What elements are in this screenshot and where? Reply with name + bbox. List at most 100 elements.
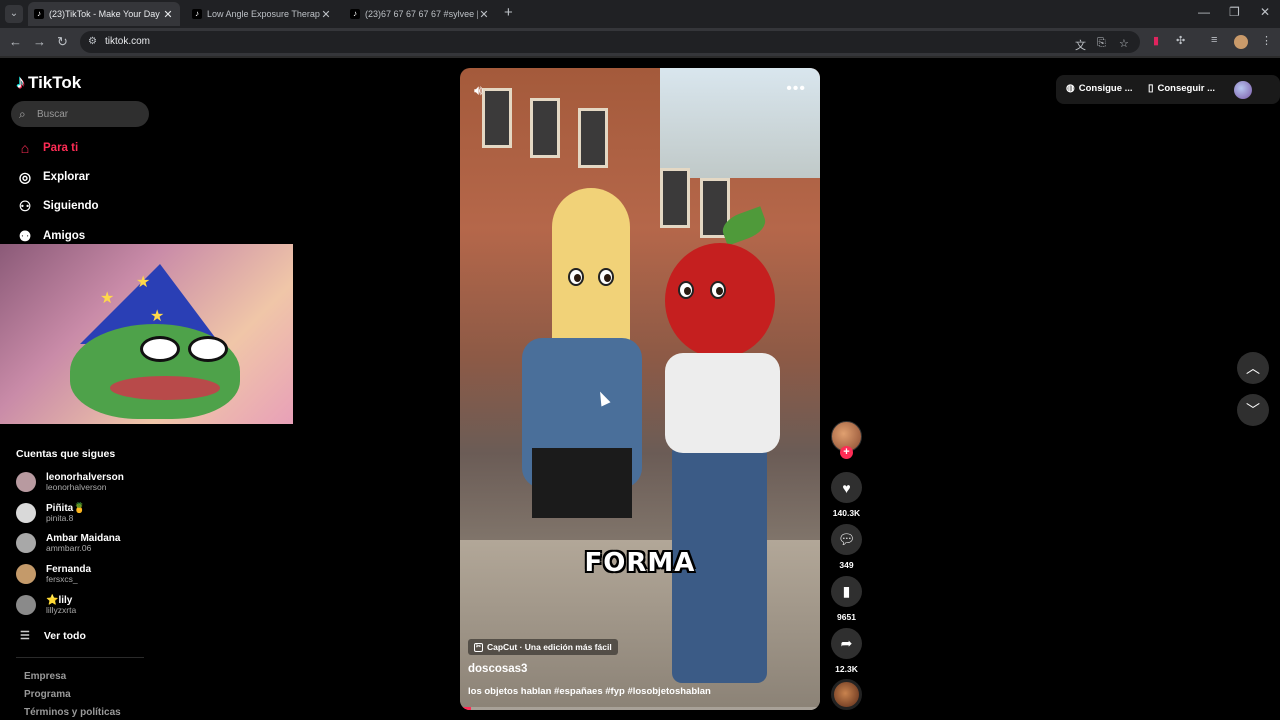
share-count: 12.3K [835, 664, 858, 674]
volume-icon[interactable]: 🔊︎ [474, 82, 483, 99]
apple-character-head [665, 243, 775, 358]
footer-link-terminos[interactable]: Términos y políticas [24, 707, 121, 718]
minimize-icon[interactable]: — [1198, 5, 1210, 19]
list-icon: ☰ [20, 630, 30, 642]
browser-menu-icon[interactable]: ⋮ [1261, 34, 1272, 47]
previous-video-button[interactable]: ︿ [1237, 352, 1269, 384]
video-progress-bar[interactable] [460, 707, 820, 710]
follow-plus-icon[interactable]: + [840, 446, 853, 459]
apple-character-shirt [665, 353, 780, 453]
heart-icon: ♥ [842, 479, 851, 496]
tab-title: (23)TikTok - Make Your Day [49, 9, 160, 19]
bookmark-star-icon[interactable]: ☆ [1119, 37, 1129, 50]
restore-icon[interactable]: ❐ [1229, 5, 1240, 19]
search-icon: ⌕ [19, 107, 26, 121]
video-description[interactable]: los objetos hablan #españaes #fyp #losob… [468, 686, 711, 697]
browser-profile-avatar[interactable] [1234, 35, 1248, 49]
url-text: tiktok.com [105, 36, 151, 47]
share-icon: ➦ [840, 635, 853, 651]
account-handle: ammbarr.06 [46, 543, 92, 553]
see-all-label: Ver todo [43, 629, 86, 642]
install-app-icon[interactable]: ⎘ [1097, 37, 1106, 50]
capcut-icon: ✂ [474, 642, 483, 652]
following-account[interactable]: ⭐lily lillyzxrta [16, 595, 76, 615]
get-coins-button[interactable]: ◍ Consigue ... [1066, 83, 1133, 94]
nav-item-siguiendo[interactable]: ⚇ Siguiendo [16, 197, 99, 215]
compass-icon: ◎ [18, 168, 32, 185]
next-video-button[interactable]: ﹀ [1237, 394, 1269, 426]
friends-icon: ⚉ [18, 227, 32, 244]
new-tab-button[interactable]: + [504, 4, 513, 21]
close-tab-icon[interactable]: ✕ [320, 8, 332, 21]
footer-link-empresa[interactable]: Empresa [24, 671, 66, 682]
nav-label: Para ti [43, 142, 79, 154]
tiktok-favicon-icon: ♪ [192, 9, 202, 19]
chevron-down-icon: ﹀ [1246, 402, 1260, 418]
tiktok-note-icon: ♪ [16, 72, 25, 92]
music-disc[interactable] [831, 679, 862, 710]
nav-item-para-ti[interactable]: ⌂ Para ti [16, 139, 78, 157]
tab-search-button[interactable]: ⌄ [5, 5, 23, 23]
chevron-up-icon: ︿ [1246, 360, 1260, 376]
building-window [578, 108, 608, 168]
following-account[interactable]: Ambar Maidana ammbarr.06 [16, 533, 120, 553]
footer-link-programa[interactable]: Programa [24, 689, 71, 700]
account-handle: pinita.8 [46, 513, 74, 523]
reload-icon[interactable]: ↻ [57, 34, 68, 50]
save-count: 9651 [837, 612, 856, 622]
browser-tab-3[interactable]: ♪ (23)67 67 67 67 67 #sylvee | Tik ✕ [344, 2, 496, 26]
extensions-puzzle-icon[interactable]: ✣ [1176, 34, 1185, 47]
share-button[interactable]: ➦ [831, 628, 862, 659]
tab-title: Low Angle Exposure Therapy fo [207, 9, 320, 19]
following-icon: ⚇ [18, 197, 32, 214]
following-account[interactable]: Fernanda fersxcs_ [16, 564, 91, 584]
forward-icon[interactable]: → [33, 34, 46, 49]
avatar [16, 595, 36, 615]
video-progress-fill [460, 707, 471, 710]
browser-tab-bar: ⌄ ♪ (23)TikTok - Make Your Day ✕ ♪ Low A… [0, 0, 1280, 28]
video-caption-overlay: FORMA [584, 548, 696, 578]
bookmark-icon: ▮ [842, 583, 851, 599]
comment-button[interactable]: 💬︎ [831, 524, 862, 555]
frog-eye [188, 336, 228, 362]
following-section-title: Cuentas que sigues [16, 448, 116, 460]
search-box[interactable]: ⌕ [11, 101, 149, 127]
following-account[interactable]: Piñita🍍 pinita.8 [16, 503, 86, 523]
following-account[interactable]: leonorhalverson leonorhalverson [16, 472, 124, 492]
extension-icon[interactable]: ▮ [1153, 34, 1159, 47]
building-window [660, 168, 690, 228]
user-avatar[interactable] [1234, 81, 1252, 99]
back-icon[interactable]: ← [9, 34, 22, 49]
video-player[interactable]: 🔊︎ ••• FORMA ✂ CapCut · Una edición más … [460, 68, 820, 710]
comment-icon: 💬︎ [837, 531, 856, 547]
coin-icon: ◍ [1066, 83, 1075, 94]
more-options-icon[interactable]: ••• [786, 80, 806, 98]
address-bar[interactable]: ⚙ tiktok.com 文 ⎘ ☆ [80, 31, 1140, 53]
close-window-icon[interactable]: ✕ [1260, 5, 1270, 19]
site-info-icon[interactable]: ⚙ [88, 36, 97, 47]
browser-tab-1[interactable]: ♪ (23)TikTok - Make Your Day ✕ [28, 2, 180, 26]
account-handle: fersxcs_ [46, 574, 78, 584]
save-button[interactable]: ▮ [831, 576, 862, 607]
browser-tab-2[interactable]: ♪ Low Angle Exposure Therapy fo ✕ [186, 2, 338, 26]
media-control-icon[interactable]: ≡ [1211, 34, 1217, 46]
get-app-button[interactable]: ▯ Conseguir ... [1148, 83, 1215, 94]
close-tab-icon[interactable]: ✕ [478, 8, 490, 21]
tiktok-logo[interactable]: ♪ TikTok [16, 72, 81, 93]
webcam-overlay-image: ★ ★ ★ [0, 244, 293, 424]
nav-item-explorar[interactable]: ◎ Explorar [16, 168, 90, 186]
nav-item-amigos[interactable]: ⚉ Amigos [16, 227, 85, 245]
like-count: 140.3K [832, 508, 861, 518]
banana-eye [568, 268, 584, 286]
comment-count: 349 [839, 560, 854, 570]
star-icon: ★ [136, 274, 151, 291]
close-tab-icon[interactable]: ✕ [162, 8, 174, 21]
search-input[interactable] [37, 106, 142, 122]
tiktok-favicon-icon: ♪ [34, 9, 44, 19]
capcut-label: CapCut · Una edición más fácil [487, 642, 612, 652]
capcut-badge[interactable]: ✂ CapCut · Una edición más fácil [468, 639, 618, 655]
see-all-link[interactable]: ☰ Ver todo [20, 629, 86, 643]
translate-icon[interactable]: 文 [1075, 37, 1086, 53]
like-button[interactable]: ♥ [831, 472, 862, 503]
video-author[interactable]: doscosas3 [468, 663, 527, 675]
